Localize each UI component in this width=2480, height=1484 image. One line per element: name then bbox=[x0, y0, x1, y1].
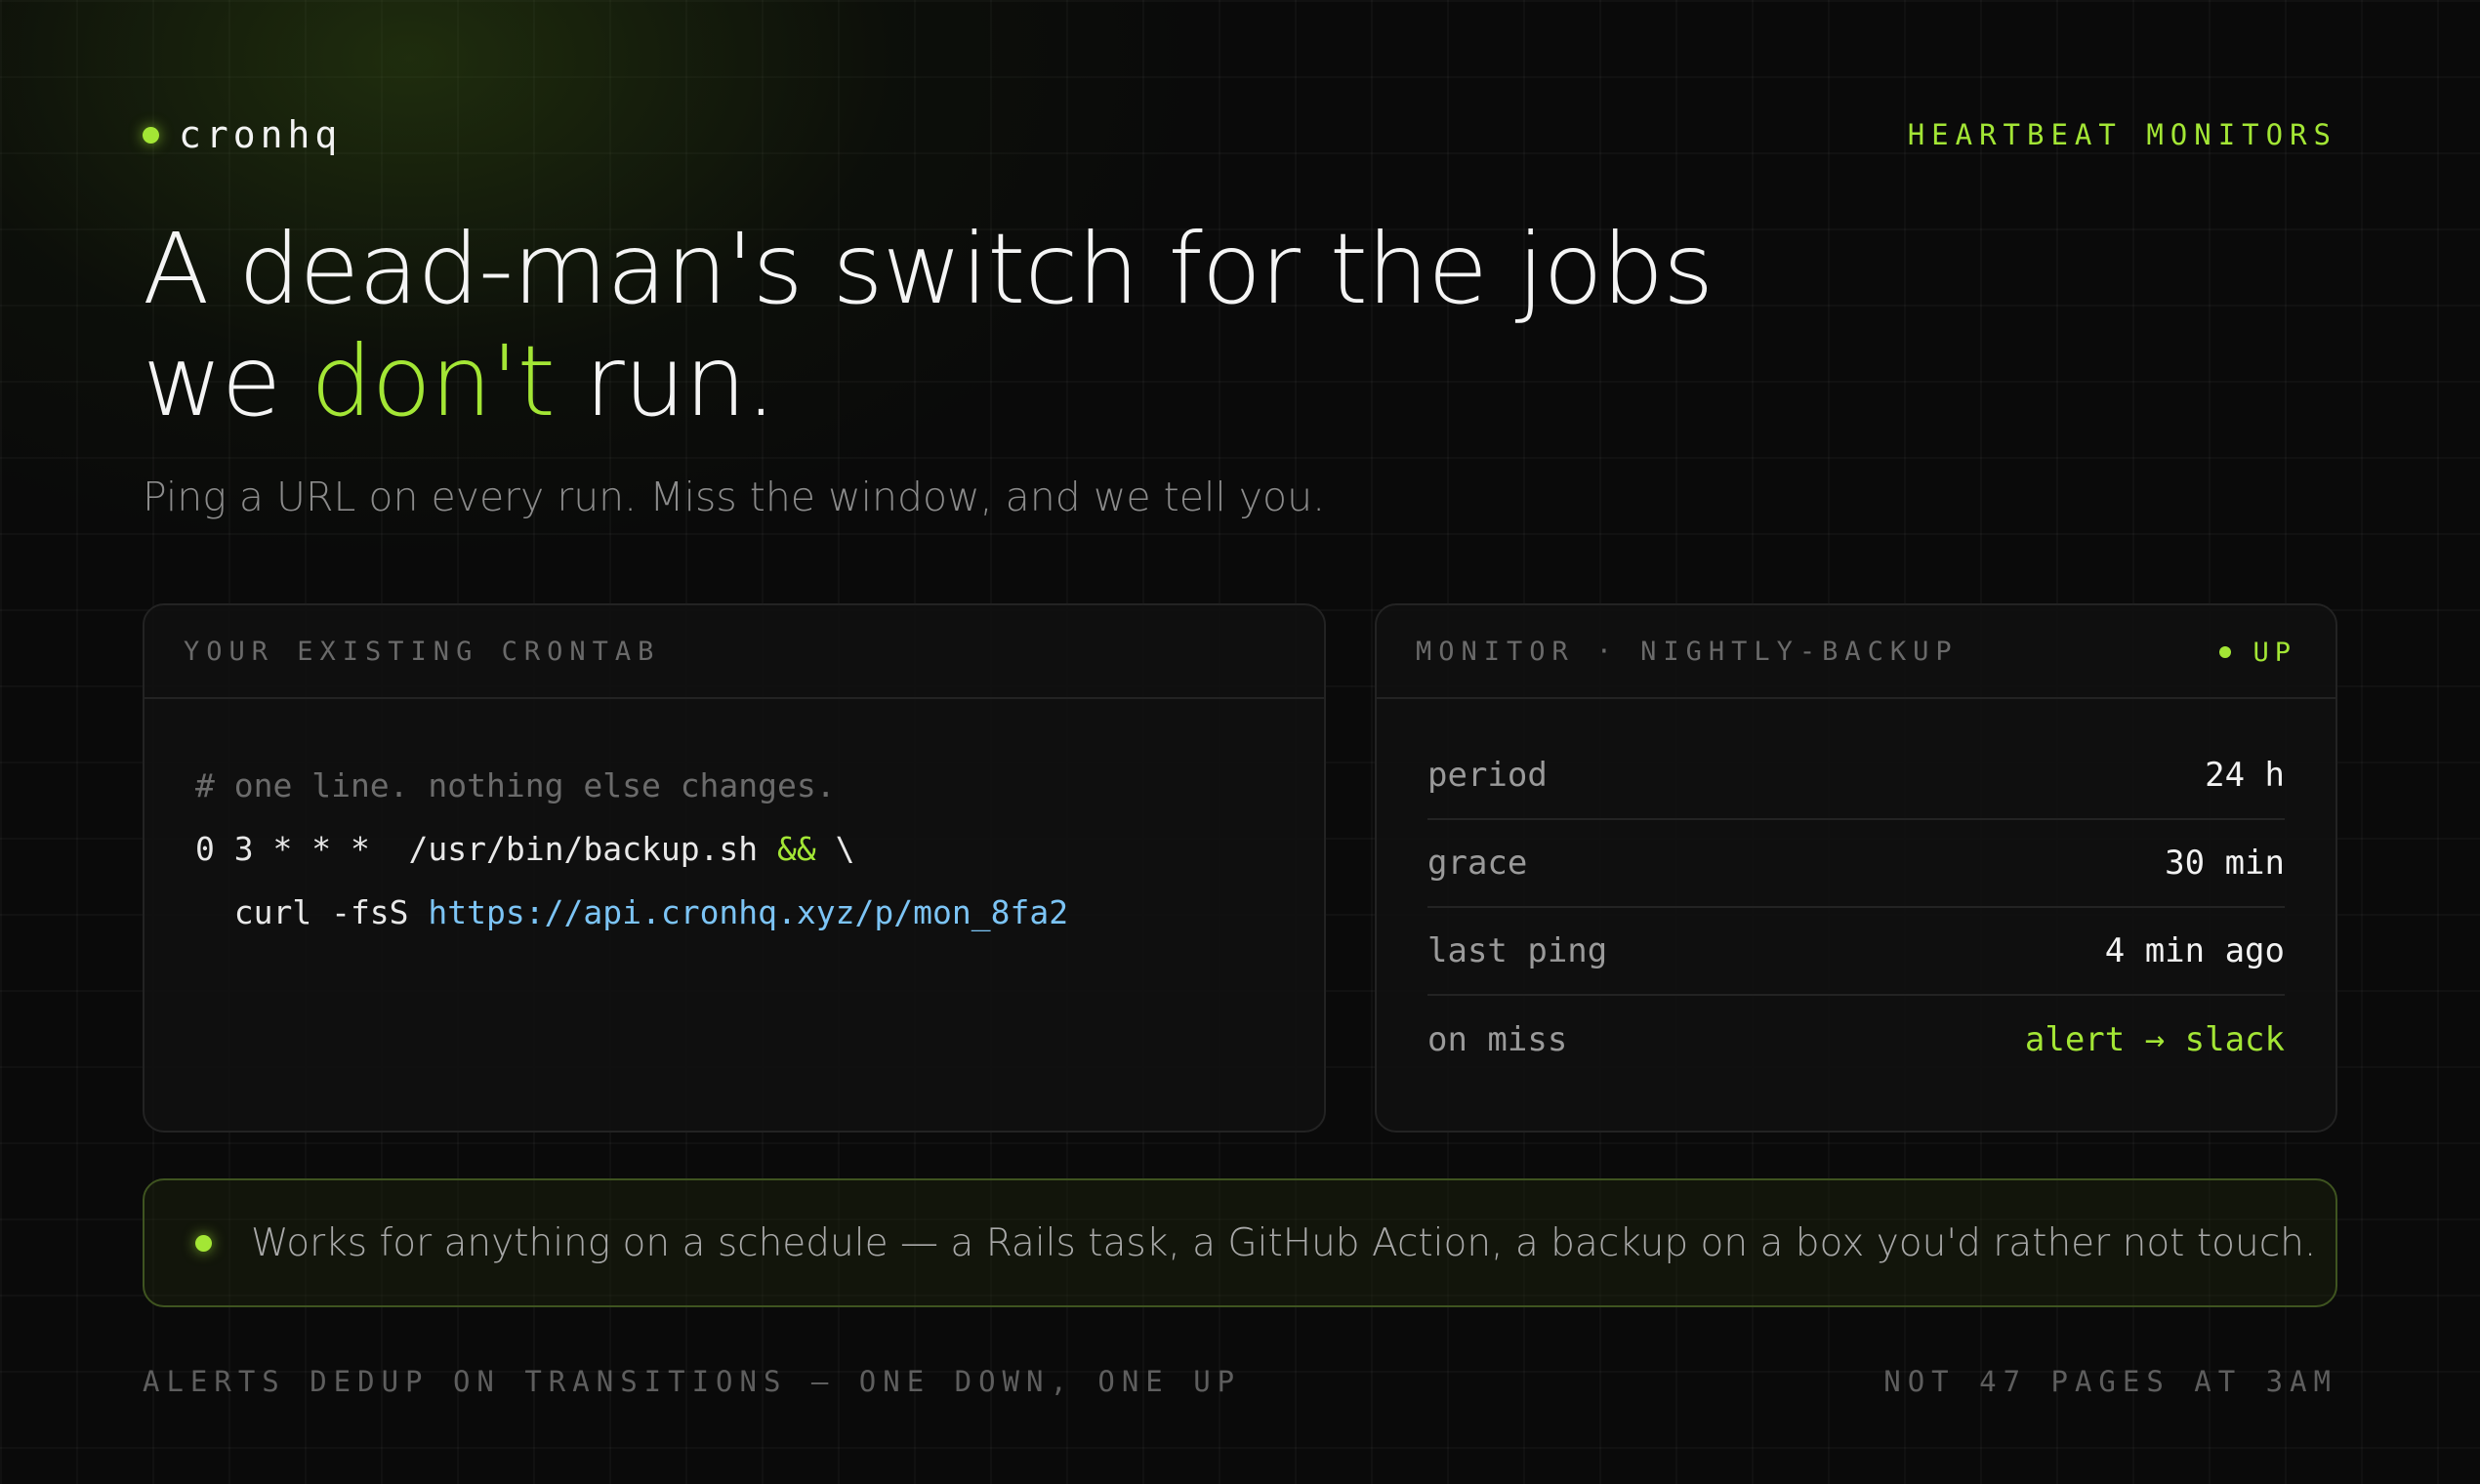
headline-line-1: A dead-man's switch for the jobs bbox=[143, 212, 1714, 326]
code-line-schedule: 0 3 * * * /usr/bin/backup.sh && \ bbox=[195, 817, 1068, 881]
crontab-card-header: YOUR EXISTING CRONTAB bbox=[145, 605, 1324, 699]
monitor-row-last-ping: last ping 4 min ago bbox=[1427, 908, 2285, 996]
code-line-continuation: \ bbox=[815, 830, 855, 868]
monitor-row-period: period 24 h bbox=[1427, 732, 2285, 820]
row-key: on miss bbox=[1427, 1020, 1568, 1059]
info-banner: Works for anything on a schedule — a Rai… bbox=[143, 1178, 2337, 1307]
monitor-card: MONITOR · NIGHTLY-BACKUP UP period 24 h … bbox=[1375, 603, 2337, 1133]
monitor-card-label: MONITOR bbox=[1416, 636, 1575, 667]
tagline: HEARTBEAT MONITORS bbox=[1907, 118, 2337, 151]
crontab-card-title: YOUR EXISTING CRONTAB bbox=[184, 636, 661, 667]
crontab-card: YOUR EXISTING CRONTAB # one line. nothin… bbox=[143, 603, 1326, 1133]
monitor-card-header: MONITOR · NIGHTLY-BACKUP UP bbox=[1377, 605, 2335, 699]
monitor-settings-list: period 24 h grace 30 min last ping 4 min… bbox=[1427, 732, 2285, 1084]
code-line-curl: curl -fsS https://api.cronhq.xyz/p/mon_8… bbox=[195, 881, 1068, 944]
row-value: 24 h bbox=[2205, 756, 2285, 795]
status-label: UP bbox=[2253, 637, 2296, 668]
footer-left-note: ALERTS DEDUP ON TRANSITIONS — ONE DOWN, … bbox=[143, 1365, 1242, 1398]
headline: A dead-man's switch for the jobs we don't… bbox=[143, 213, 1900, 437]
ping-url[interactable]: https://api.cronhq.xyz/p/mon_8fa2 bbox=[428, 893, 1068, 931]
info-banner-text: Works for anything on a schedule — a Rai… bbox=[251, 1220, 2317, 1265]
landing-page: cronhq HEARTBEAT MONITORS A dead-man's s… bbox=[143, 0, 2337, 1484]
row-key: grace bbox=[1427, 844, 1528, 883]
code-line-comment: # one line. nothing else changes. bbox=[195, 766, 836, 804]
headline-we: we bbox=[143, 324, 311, 438]
code-curl-command: curl -fsS bbox=[195, 893, 429, 931]
monitor-row-grace: grace 30 min bbox=[1427, 820, 2285, 908]
subhead: Ping a URL on every run. Miss the window… bbox=[143, 474, 1326, 520]
row-key: last ping bbox=[1427, 931, 1608, 970]
headline-run: run. bbox=[554, 324, 777, 438]
code-schedule-command: 0 3 * * * /usr/bin/backup.sh bbox=[195, 830, 778, 868]
row-value: 4 min ago bbox=[2104, 931, 2285, 970]
bullet-dot-icon bbox=[195, 1234, 212, 1252]
row-key: period bbox=[1427, 756, 1548, 795]
code-and-operator: && bbox=[777, 830, 816, 868]
status-badge: UP bbox=[2219, 605, 2296, 699]
status-dot-icon bbox=[2219, 646, 2232, 658]
top-bar: cronhq HEARTBEAT MONITORS bbox=[143, 107, 2337, 162]
crontab-code-block: # one line. nothing else changes. 0 3 * *… bbox=[195, 754, 1068, 944]
brand-name: cronhq bbox=[179, 113, 343, 156]
brand[interactable]: cronhq bbox=[143, 107, 342, 162]
brand-dot-icon bbox=[143, 126, 159, 144]
footer-right-note: NOT 47 PAGES AT 3AM bbox=[1883, 1365, 2337, 1398]
headline-accent: don't bbox=[310, 324, 556, 438]
monitor-name: NIGHTLY-BACKUP bbox=[1640, 636, 1959, 667]
row-value: alert → slack bbox=[2024, 1020, 2285, 1059]
row-value: 30 min bbox=[2165, 844, 2285, 883]
monitor-row-on-miss: on miss alert → slack bbox=[1427, 996, 2285, 1084]
monitor-card-separator: · bbox=[1595, 636, 1620, 667]
